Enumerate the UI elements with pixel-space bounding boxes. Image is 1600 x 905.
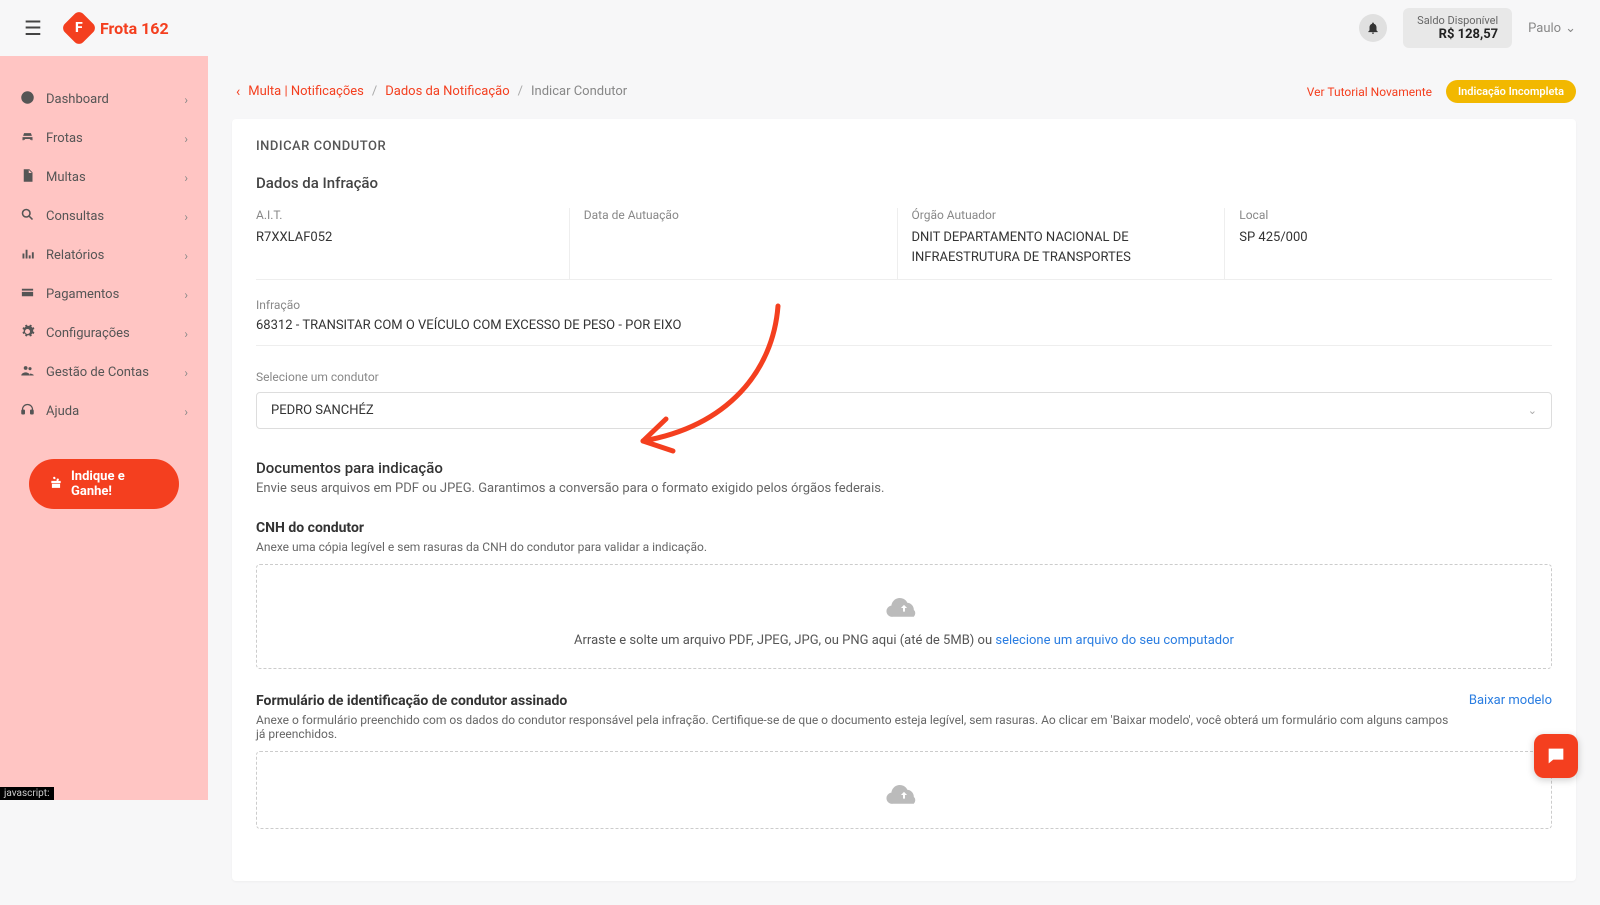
form-dropzone[interactable] bbox=[256, 751, 1552, 829]
cnh-sub: Anexe uma cópia legível e sem rasuras da… bbox=[256, 540, 1552, 554]
content: ‹ Multa | Notificações / Dados da Notifi… bbox=[208, 56, 1600, 905]
cloud-upload-icon bbox=[886, 780, 922, 812]
indique-button[interactable]: Indique e Ganhe! bbox=[29, 459, 179, 509]
chevron-right-icon: › bbox=[184, 288, 188, 302]
sidebar-item-label: Pagamentos bbox=[46, 287, 184, 302]
chevron-right-icon: › bbox=[184, 132, 188, 146]
chart-icon bbox=[20, 246, 40, 265]
sidebar-item-label: Frotas bbox=[46, 131, 184, 146]
info-cell-data: Data de Autuação bbox=[570, 208, 898, 279]
dropzone-text: Arraste e solte um arquivo PDF, JPEG, JP… bbox=[257, 633, 1551, 648]
cnh-dropzone[interactable]: Arraste e solte um arquivo PDF, JPEG, JP… bbox=[256, 564, 1552, 669]
driver-select[interactable]: PEDRO SANCHÉZ ⌄ bbox=[256, 392, 1552, 429]
cnh-heading: CNH do condutor bbox=[256, 520, 1552, 536]
page-header: ‹ Multa | Notificações / Dados da Notifi… bbox=[232, 80, 1576, 103]
logo-mark: F bbox=[61, 10, 98, 47]
sidebar-item-label: Consultas bbox=[46, 209, 184, 224]
sidebar-item-label: Relatórios bbox=[46, 248, 184, 263]
main-card: INDICAR CONDUTOR Dados da Infração A.I.T… bbox=[232, 119, 1576, 881]
search-icon bbox=[20, 207, 40, 226]
statusbar-js: javascript: bbox=[0, 787, 54, 800]
crumb-current: Indicar Condutor bbox=[531, 84, 627, 99]
gear-icon bbox=[20, 324, 40, 343]
balance-value: R$ 128,57 bbox=[1417, 27, 1498, 42]
tutorial-link[interactable]: Ver Tutorial Novamente bbox=[1307, 85, 1432, 99]
back-chevron-icon[interactable]: ‹ bbox=[236, 84, 240, 100]
logo-text: Frota 162 bbox=[100, 19, 169, 38]
users-icon bbox=[20, 363, 40, 382]
sidebar-item-label: Ajuda bbox=[46, 404, 184, 419]
driver-select-label: Selecione um condutor bbox=[256, 370, 1552, 384]
sidebar-item-label: Configurações bbox=[46, 326, 184, 341]
car-icon bbox=[20, 129, 40, 148]
sidebar-item-gestao[interactable]: Gestão de Contas › bbox=[0, 353, 208, 392]
chevron-right-icon: › bbox=[184, 249, 188, 263]
form-heading: Formulário de identificação de condutor … bbox=[256, 693, 1453, 709]
chevron-right-icon: › bbox=[184, 405, 188, 419]
crumb-link-1[interactable]: Multa | Notificações bbox=[248, 84, 364, 99]
chevron-right-icon: › bbox=[184, 93, 188, 107]
balance-box: Saldo Disponível R$ 128,57 bbox=[1403, 8, 1512, 48]
logo[interactable]: F Frota 162 bbox=[66, 15, 169, 41]
bell-icon[interactable] bbox=[1359, 14, 1387, 42]
chat-fab[interactable] bbox=[1534, 734, 1578, 778]
pie-icon bbox=[20, 90, 40, 109]
sidebar-item-label: Dashboard bbox=[46, 92, 184, 107]
topbar: ☰ F Frota 162 Saldo Disponível R$ 128,57… bbox=[0, 0, 1600, 56]
sidebar-item-configuracoes[interactable]: Configurações › bbox=[0, 314, 208, 353]
info-cell-local: Local SP 425/000 bbox=[1225, 208, 1552, 279]
chevron-right-icon: › bbox=[184, 366, 188, 380]
sidebar-item-label: Multas bbox=[46, 170, 184, 185]
info-row: A.I.T. R7XXLAF052 Data de Autuação Órgão… bbox=[256, 208, 1552, 280]
info-cell-orgao: Órgão Autuador DNIT DEPARTAMENTO NACIONA… bbox=[898, 208, 1226, 279]
chevron-right-icon: › bbox=[184, 327, 188, 341]
chevron-right-icon: › bbox=[184, 171, 188, 185]
sidebar-item-label: Gestão de Contas bbox=[46, 365, 184, 380]
gift-icon bbox=[49, 475, 63, 493]
breadcrumb: ‹ Multa | Notificações / Dados da Notifi… bbox=[236, 84, 627, 100]
dropzone-link[interactable]: selecione um arquivo do seu computador bbox=[995, 633, 1234, 648]
docs-heading: Documentos para indicação bbox=[256, 459, 1552, 477]
card-title: INDICAR CONDUTOR bbox=[232, 119, 1576, 174]
section-heading-dados: Dados da Infração bbox=[256, 174, 1552, 192]
status-badge: Indicação Incompleta bbox=[1446, 80, 1576, 103]
doc-icon bbox=[20, 168, 40, 187]
chevron-down-icon: ⌄ bbox=[1528, 404, 1537, 417]
info-cell-ait: A.I.T. R7XXLAF052 bbox=[256, 208, 570, 279]
crumb-link-2[interactable]: Dados da Notificação bbox=[385, 84, 509, 99]
form-sub: Anexe o formulário preenchido com os dad… bbox=[256, 713, 1453, 741]
info-infracao: Infração 68312 - TRANSITAR COM O VEÍCULO… bbox=[256, 298, 1552, 346]
cloud-upload-icon bbox=[886, 593, 922, 625]
sidebar: Dashboard › Frotas › Multas › Consultas … bbox=[0, 56, 208, 800]
hamburger-icon[interactable]: ☰ bbox=[24, 16, 42, 40]
user-menu[interactable]: Paulo ⌄ bbox=[1528, 21, 1576, 36]
headset-icon bbox=[20, 402, 40, 421]
chevron-right-icon: › bbox=[184, 210, 188, 224]
driver-select-value: PEDRO SANCHÉZ bbox=[271, 403, 374, 418]
sidebar-item-pagamentos[interactable]: Pagamentos › bbox=[0, 275, 208, 314]
sidebar-item-dashboard[interactable]: Dashboard › bbox=[0, 80, 208, 119]
sidebar-item-multas[interactable]: Multas › bbox=[0, 158, 208, 197]
wallet-icon bbox=[20, 285, 40, 304]
download-model-link[interactable]: Baixar modelo bbox=[1469, 693, 1552, 708]
sidebar-item-ajuda[interactable]: Ajuda › bbox=[0, 392, 208, 431]
sidebar-item-relatorios[interactable]: Relatórios › bbox=[0, 236, 208, 275]
chevron-down-icon: ⌄ bbox=[1565, 21, 1576, 36]
sidebar-item-frotas[interactable]: Frotas › bbox=[0, 119, 208, 158]
sidebar-item-consultas[interactable]: Consultas › bbox=[0, 197, 208, 236]
docs-sub: Envie seus arquivos em PDF ou JPEG. Gara… bbox=[256, 481, 1552, 496]
balance-label: Saldo Disponível bbox=[1417, 14, 1498, 27]
